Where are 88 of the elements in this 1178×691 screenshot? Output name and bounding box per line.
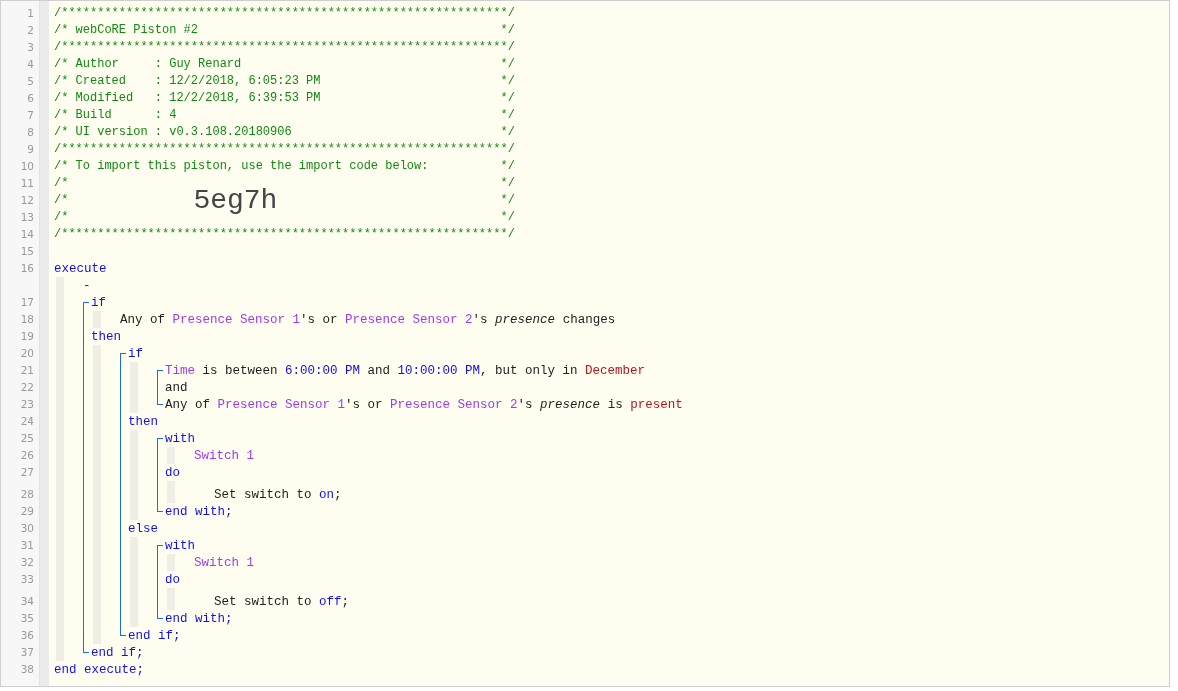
comment-text: /* Build : 4 [54,107,177,124]
line-number: 16 [19,261,34,276]
line-number: 32 [19,555,34,570]
line-number: 38 [19,662,34,677]
code-line: then [128,415,158,429]
code-line: end if; [91,646,144,660]
code-line: then [91,330,121,344]
code-line: else [128,522,158,536]
comment-text: /* UI version : v0.3.108.20180906 [54,124,292,141]
line-number: 28 [19,487,34,502]
code-line: and [165,381,188,395]
comment-end: */ [500,56,515,73]
line-number: 14 [19,227,34,242]
line-number: 2 [26,23,34,38]
line-number: 7 [26,108,34,123]
line-number: 25 [19,431,34,446]
line-number: 23 [19,397,34,412]
code-line: if [128,347,143,361]
comment-text: /**************************************************************/ [54,226,515,243]
code-line: end with; [165,612,233,626]
comment-end: */ [500,158,515,175]
comment-text: /**************************************************************/ [54,5,515,22]
comment-text: /* [54,175,69,192]
comment-end: */ [500,192,515,209]
line-number: 22 [19,380,34,395]
comment-end: */ [500,175,515,192]
line-number: 35 [19,611,34,626]
line-number: 27 [19,465,34,480]
line-number: 21 [19,363,34,378]
code-line: Set switch to on; [214,488,342,502]
line-number: 30 [19,521,34,536]
line-number: 36 [19,628,34,643]
code-line: end if; [128,629,181,643]
line-number: 12 [19,193,34,208]
line-number: 11 [19,176,34,191]
comment-end: */ [500,22,515,39]
comment-text: /* [54,209,69,226]
code-line: end execute; [54,663,144,677]
code-line: Set switch to off; [214,595,350,609]
line-number: 15 [19,244,34,259]
line-number: 33 [19,572,34,587]
line-number: 4 [26,57,34,72]
comment-text: /* Author : Guy Renard [54,56,242,73]
line-number: 3 [26,40,34,55]
code-line: if [91,296,106,310]
comment-end: */ [500,124,515,141]
code-line: Any of Presence Sensor 1's or Presence Sensor 2's presence is present [165,398,683,412]
comment-text: /* Created : 12/2/2018, 6:05:23 PM [54,73,321,90]
line-number: 8 [26,125,34,140]
code-line: Switch 1 [194,556,254,570]
line-number: 17 [19,295,34,310]
line-number: 26 [19,448,34,463]
line-number: 18 [19,312,34,327]
line-number: 31 [19,538,34,553]
code-line: do [165,573,180,587]
comment-text: /**************************************************************/ [54,141,515,158]
line-number: 37 [19,645,34,660]
line-number: 24 [19,414,34,429]
code-line: Switch 1 [194,449,254,463]
comment-end: */ [500,107,515,124]
line-number: 6 [26,91,34,106]
line-number: 34 [19,594,34,609]
code-line: with [165,432,195,446]
import-code: 5eg7h [193,185,278,217]
line-number: 13 [19,210,34,225]
comment-end: */ [500,90,515,107]
line-number: 20 [19,346,34,361]
code-line: Time is between 6:00:00 PM and 10:00:00 PM, but only in December [165,364,646,378]
comment-text: /* [54,192,69,209]
comment-end: */ [500,209,515,226]
line-number: 29 [19,504,34,519]
comment-text: /**************************************************************/ [54,39,515,56]
comment-text: /* Modified : 12/2/2018, 6:39:53 PM [54,90,321,107]
line-number: 5 [26,74,34,89]
line-number: 19 [19,329,34,344]
code-line: with [165,539,195,553]
comment-text: /* webCoRE Piston #2 [54,22,199,39]
code-line: Any of Presence Sensor 1's or Presence Sensor 2's presence changes [120,313,616,327]
bracket-line [157,370,163,405]
code-line: do [165,466,180,480]
line-number: 1 [26,6,34,21]
comment-end: */ [500,73,515,90]
line-number: 10 [19,159,34,174]
code-line: execute [54,262,107,276]
code-line: - [83,279,91,293]
code-line: end with; [165,505,233,519]
comment-text: /* To import this piston, use the import code below: [54,158,429,175]
line-number: 9 [26,142,34,157]
